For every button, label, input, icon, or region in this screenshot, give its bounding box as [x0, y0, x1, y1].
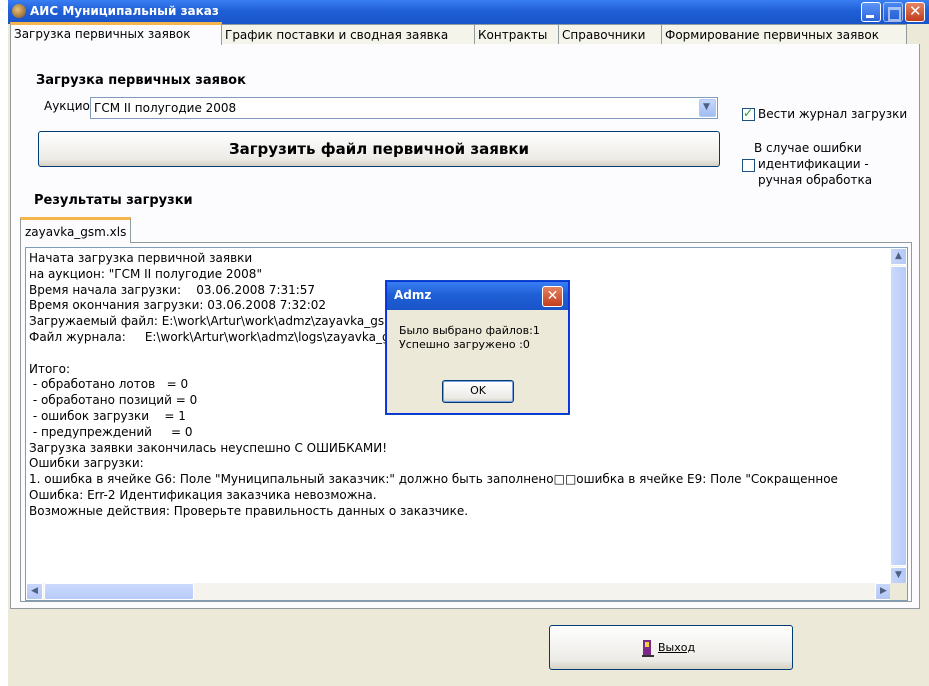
- close-icon: ✕: [909, 2, 922, 20]
- dialog-title: Admz: [394, 288, 432, 302]
- results-section-title: Результаты загрузки: [34, 193, 193, 208]
- upload-section-title: Загрузка первичных заявок: [36, 73, 246, 88]
- tab-upload-primary[interactable]: Загрузка первичных заявок: [10, 22, 222, 45]
- auction-dropdown-button[interactable]: ▼: [699, 99, 716, 117]
- log-line: Ошибка: Err-2 Идентификация заказчика не…: [29, 487, 377, 502]
- vertical-scrollbar[interactable]: ▲ ▼: [890, 248, 907, 584]
- close-button[interactable]: ✕: [905, 2, 925, 22]
- manual-label-line3: ручная обработка: [758, 173, 873, 187]
- manual-label-line1: В случае ошибки: [754, 141, 862, 155]
- chevron-right-icon: ▶: [880, 586, 887, 596]
- upload-file-button[interactable]: Загрузить файл первичной заявки: [38, 131, 720, 167]
- tab-schedule[interactable]: График поставки и сводная заявка: [221, 24, 475, 44]
- chevron-down-icon: ▼: [895, 570, 902, 580]
- door-exit-icon: [642, 640, 654, 657]
- message-dialog: Admz ✕ Было выбрано файлов:1 Успешно заг…: [386, 281, 569, 414]
- chevron-up-icon: ▲: [895, 251, 902, 261]
- chevron-down-icon: ▼: [703, 102, 710, 112]
- tab-result-file[interactable]: zayavka_gsm.xls: [20, 217, 132, 243]
- dialog-close-button[interactable]: ✕: [542, 286, 563, 307]
- chevron-left-icon: ◀: [31, 586, 38, 596]
- tab-contracts[interactable]: Контракты: [474, 24, 559, 44]
- horizontal-scroll-thumb[interactable]: [44, 583, 194, 600]
- app-icon: [12, 4, 26, 18]
- horizontal-scrollbar[interactable]: ◀ ▶: [26, 583, 892, 600]
- auction-value: ГСМ II полугодие 2008: [94, 101, 237, 115]
- log-line: Начата загрузка первичной заявки: [29, 251, 253, 265]
- close-icon: ✕: [546, 288, 559, 304]
- manual-processing-checkbox[interactable]: [742, 159, 755, 172]
- log-line: Возможные действия: Проверьте правильнос…: [29, 503, 469, 518]
- vertical-scroll-thumb[interactable]: [890, 266, 907, 566]
- minimize-button[interactable]: [861, 2, 881, 22]
- scroll-corner: [890, 583, 907, 600]
- log-line: 1. ошибка в ячейке G6: Поле "Муниципальн…: [29, 472, 838, 487]
- scroll-left-button[interactable]: ◀: [26, 583, 43, 600]
- log-checkbox[interactable]: ✓: [742, 106, 755, 121]
- scroll-up-button[interactable]: ▲: [890, 248, 907, 265]
- maximize-button[interactable]: [883, 2, 903, 22]
- main-window: АИС Муниципальный заказ ✕ Загрузка перви…: [8, 0, 929, 686]
- auction-select[interactable]: ГСМ II полугодие 2008 ▼: [90, 97, 718, 119]
- dialog-message: Было выбрано файлов:1 Успешно загружено …: [399, 324, 540, 351]
- tab-references[interactable]: Справочники: [558, 24, 662, 44]
- log-checkbox-label: Вести журнал загрузки: [758, 107, 908, 121]
- dialog-title-bar[interactable]: Admz ✕: [387, 282, 568, 310]
- check-icon: ✓: [743, 106, 754, 120]
- tab-form-primary[interactable]: Формирование первичных заявок: [661, 24, 907, 44]
- manual-label-line2: идентификации -: [758, 157, 869, 171]
- window-title: АИС Муниципальный заказ: [30, 4, 219, 18]
- scroll-down-button[interactable]: ▼: [890, 567, 907, 584]
- log-line: Ошибки загрузки:: [29, 456, 144, 471]
- log-line: Загрузка заявки закончилась неуспешно С …: [29, 440, 388, 455]
- title-bar[interactable]: АИС Муниципальный заказ ✕: [8, 0, 929, 24]
- maximize-icon: [888, 7, 901, 21]
- minimize-icon: [866, 15, 874, 18]
- log-line: - предупреждений = 0: [29, 424, 193, 439]
- exit-button[interactable]: Выход: [549, 625, 793, 670]
- dialog-ok-button[interactable]: OK: [442, 380, 514, 403]
- exit-button-label: Выход: [658, 641, 696, 654]
